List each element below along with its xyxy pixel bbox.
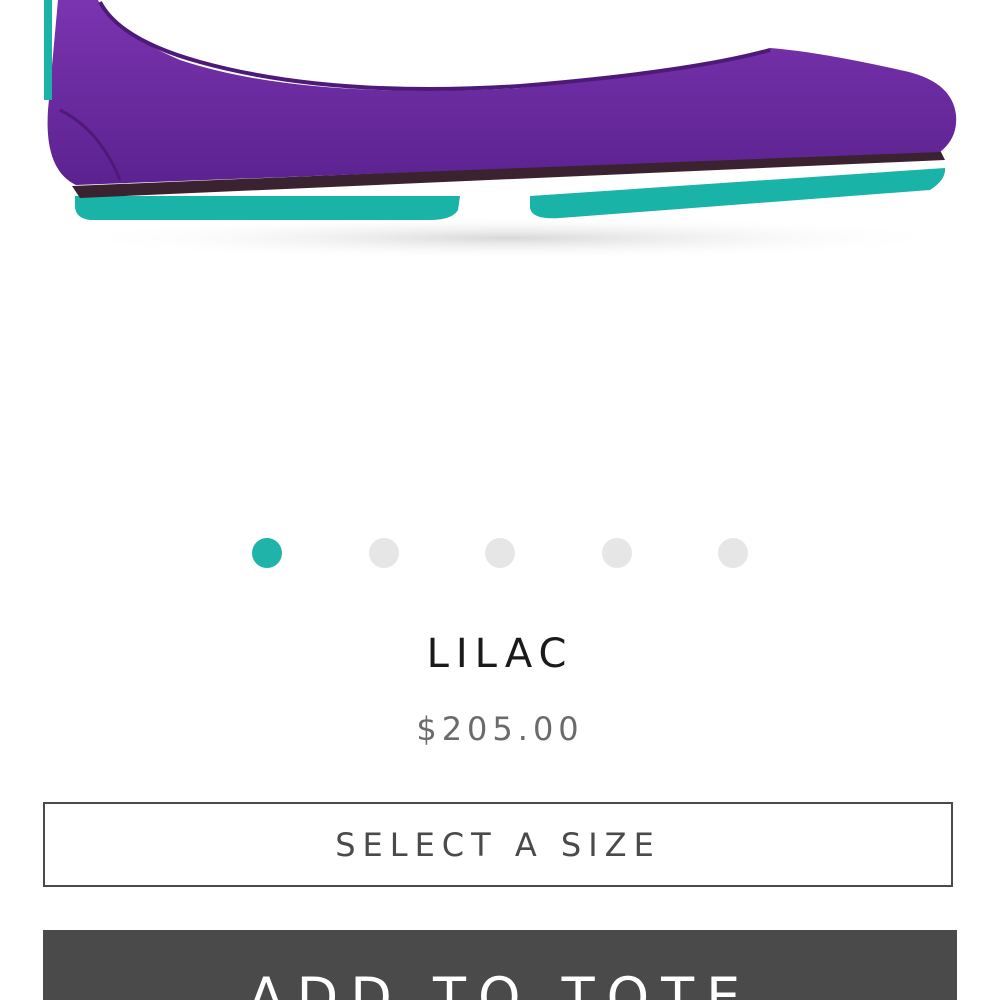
add-to-tote-label: ADD TO TOTE [247, 966, 753, 1000]
image-carousel-dots [0, 538, 1000, 570]
product-price: $205.00 [416, 710, 584, 748]
shoe-sole-front [530, 168, 946, 219]
carousel-dot[interactable] [718, 538, 748, 568]
shoe-illustration [44, 0, 957, 220]
heel-accent [44, 0, 52, 100]
add-to-tote-button[interactable]: ADD TO TOTE [43, 930, 957, 1000]
product-name: LILAC [426, 631, 574, 677]
carousel-dot[interactable] [601, 538, 632, 568]
product-image[interactable] [0, 0, 1000, 300]
carousel-dot[interactable] [368, 538, 399, 568]
shoe-sole [75, 196, 460, 220]
carousel-dot[interactable] [485, 538, 515, 568]
product-page: LILAC $205.00 SELECT A SIZE ADD TO TOTE [0, 0, 1000, 1000]
select-size-button[interactable]: SELECT A SIZE [43, 802, 953, 887]
select-size-label: SELECT A SIZE [335, 825, 661, 864]
carousel-dot-active[interactable] [252, 538, 282, 568]
shoe-shadow [60, 216, 960, 260]
